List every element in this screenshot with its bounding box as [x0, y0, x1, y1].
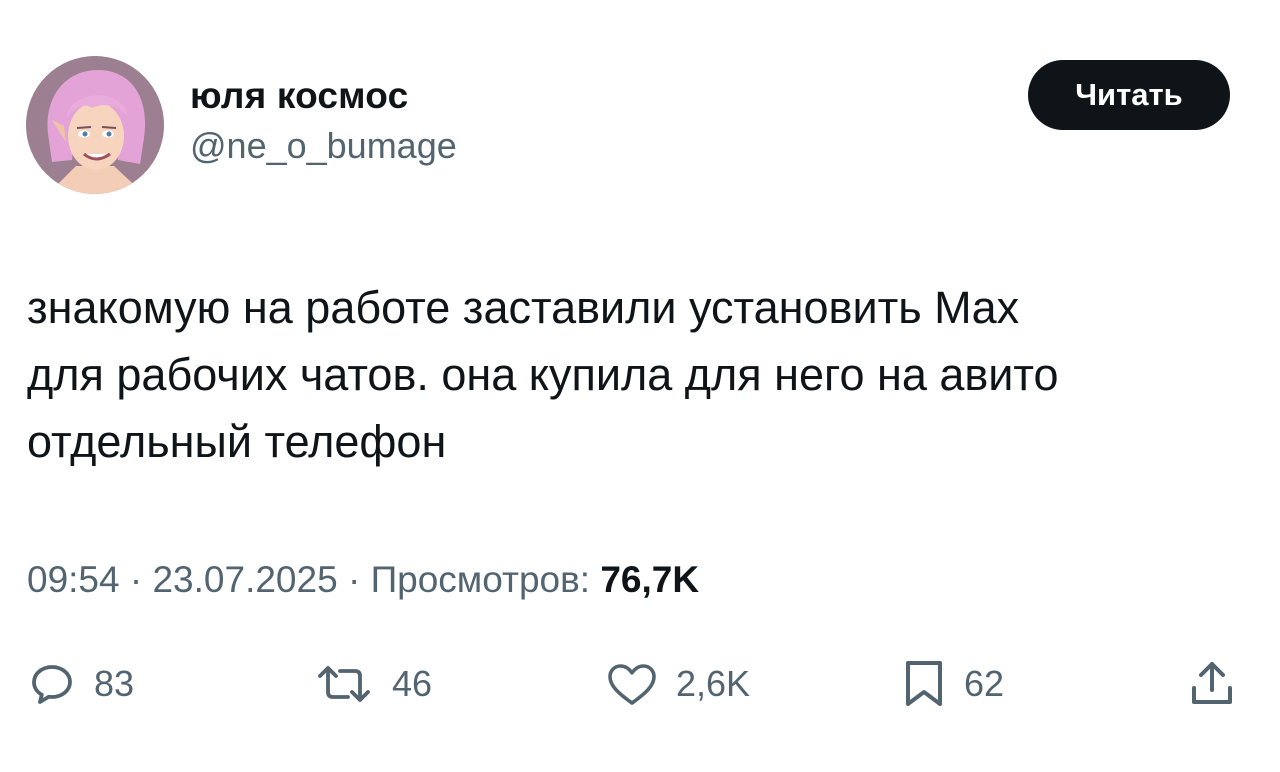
share-icon	[1192, 662, 1232, 704]
views-label: Просмотров:	[370, 559, 591, 600]
tweet-card: юля космос @ne_o_bumage Читать знакомую …	[0, 0, 1280, 772]
tweet-meta: 09:54 · 23.07.2025 · Просмотров: 76,7K	[27, 556, 699, 604]
retweet-button[interactable]: 46	[314, 652, 432, 716]
retweet-icon	[318, 666, 370, 702]
tweet-time[interactable]: 09:54	[27, 559, 120, 600]
bookmark-button[interactable]: 62	[902, 652, 1004, 716]
display-name[interactable]: юля космос	[190, 74, 457, 118]
tweet-text-line: знакомую на работе заставили установить …	[27, 282, 1020, 333]
tweet-text-line: отдельный телефон	[27, 416, 447, 467]
bookmark-icon	[906, 661, 942, 706]
reply-icon	[32, 665, 72, 704]
reply-count: 83	[94, 663, 135, 704]
tweet-text-line: для рабочих чатов. она купила для него н…	[27, 349, 1059, 400]
heart-icon	[608, 664, 656, 705]
retweet-count: 46	[392, 663, 433, 704]
meta-separator: ·	[129, 559, 143, 600]
author-block: юля космос @ne_o_bumage	[190, 74, 457, 168]
like-count: 2,6K	[676, 663, 751, 704]
follow-button[interactable]: Читать	[1028, 60, 1230, 130]
tweet-date[interactable]: 23.07.2025	[152, 559, 337, 600]
avatar-illustration-icon	[26, 56, 164, 194]
meta-separator: ·	[347, 559, 361, 600]
views-count: 76,7K	[600, 559, 700, 600]
bookmark-count: 62	[964, 663, 1005, 704]
like-button[interactable]: 2,6K	[606, 652, 750, 716]
tweet-text: знакомую на работе заставили установить …	[27, 274, 1257, 475]
action-bar: 83 46 2,6K 62	[0, 652, 1280, 716]
reply-button[interactable]: 83	[28, 652, 134, 716]
share-button[interactable]	[1188, 652, 1236, 716]
user-handle[interactable]: @ne_o_bumage	[190, 124, 457, 168]
avatar[interactable]	[26, 56, 164, 194]
